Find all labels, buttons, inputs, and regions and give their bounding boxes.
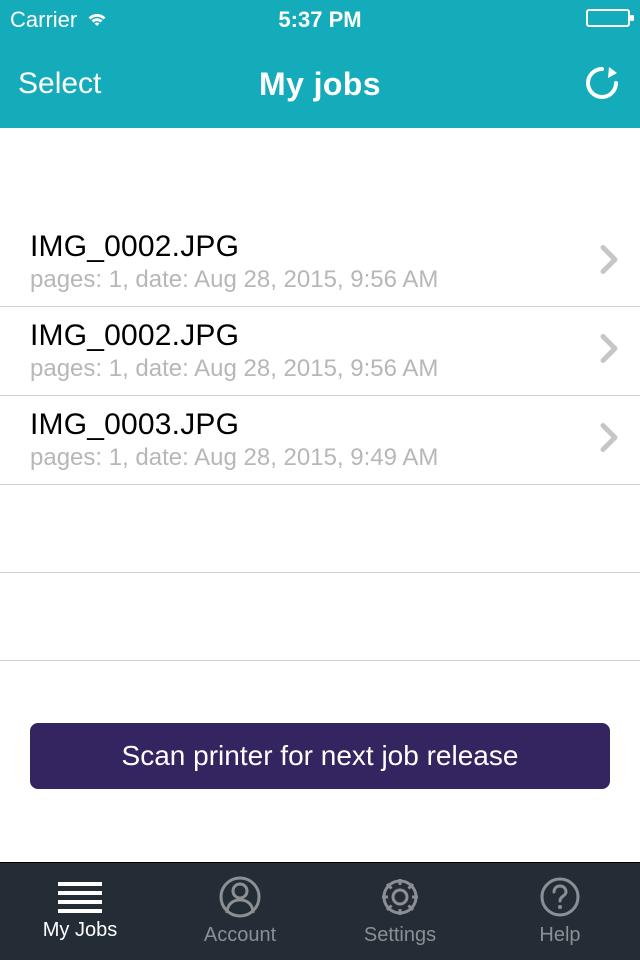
job-meta: pages: 1, date: Aug 28, 2015, 9:56 AM [30, 266, 580, 294]
wifi-icon [85, 7, 109, 33]
tab-settings[interactable]: Settings [320, 863, 480, 960]
job-row[interactable]: IMG_0002.JPG pages: 1, date: Aug 28, 201… [0, 307, 640, 396]
person-icon [219, 876, 261, 918]
tab-label: My Jobs [43, 919, 117, 942]
scan-printer-button[interactable]: Scan printer for next job release [30, 723, 610, 789]
refresh-icon [582, 61, 622, 103]
help-icon [539, 876, 581, 918]
job-row[interactable]: IMG_0003.JPG pages: 1, date: Aug 28, 201… [0, 396, 640, 485]
tab-label: Help [539, 924, 580, 947]
nav-bar: Select My jobs [0, 40, 640, 128]
chevron-right-icon [600, 334, 618, 369]
jobs-list: IMG_0002.JPG pages: 1, date: Aug 28, 201… [0, 218, 640, 661]
empty-row [0, 485, 640, 573]
tab-my-jobs[interactable]: My Jobs [0, 863, 160, 960]
chevron-right-icon [600, 423, 618, 458]
job-meta: pages: 1, date: Aug 28, 2015, 9:49 AM [30, 444, 580, 472]
page-title: My jobs [259, 66, 381, 102]
select-button[interactable]: Select [18, 67, 101, 101]
chevron-right-icon [600, 245, 618, 280]
tab-help[interactable]: Help [480, 863, 640, 960]
tab-label: Settings [364, 924, 436, 947]
job-filename: IMG_0003.JPG [30, 408, 580, 442]
empty-row [0, 573, 640, 661]
status-bar: Carrier 5:37 PM [0, 0, 640, 40]
battery-icon [586, 7, 630, 33]
list-icon [58, 882, 102, 913]
tab-account[interactable]: Account [160, 863, 320, 960]
tab-bar: My Jobs Account Settings Help [0, 862, 640, 960]
tab-label: Account [204, 924, 276, 947]
job-filename: IMG_0002.JPG [30, 230, 580, 264]
carrier-label: Carrier [10, 7, 77, 33]
content: IMG_0002.JPG pages: 1, date: Aug 28, 201… [0, 128, 640, 789]
refresh-button[interactable] [582, 61, 622, 108]
status-left: Carrier [10, 7, 109, 33]
gear-icon [379, 876, 421, 918]
job-row[interactable]: IMG_0002.JPG pages: 1, date: Aug 28, 201… [0, 218, 640, 307]
job-filename: IMG_0002.JPG [30, 319, 580, 353]
job-meta: pages: 1, date: Aug 28, 2015, 9:56 AM [30, 355, 580, 383]
